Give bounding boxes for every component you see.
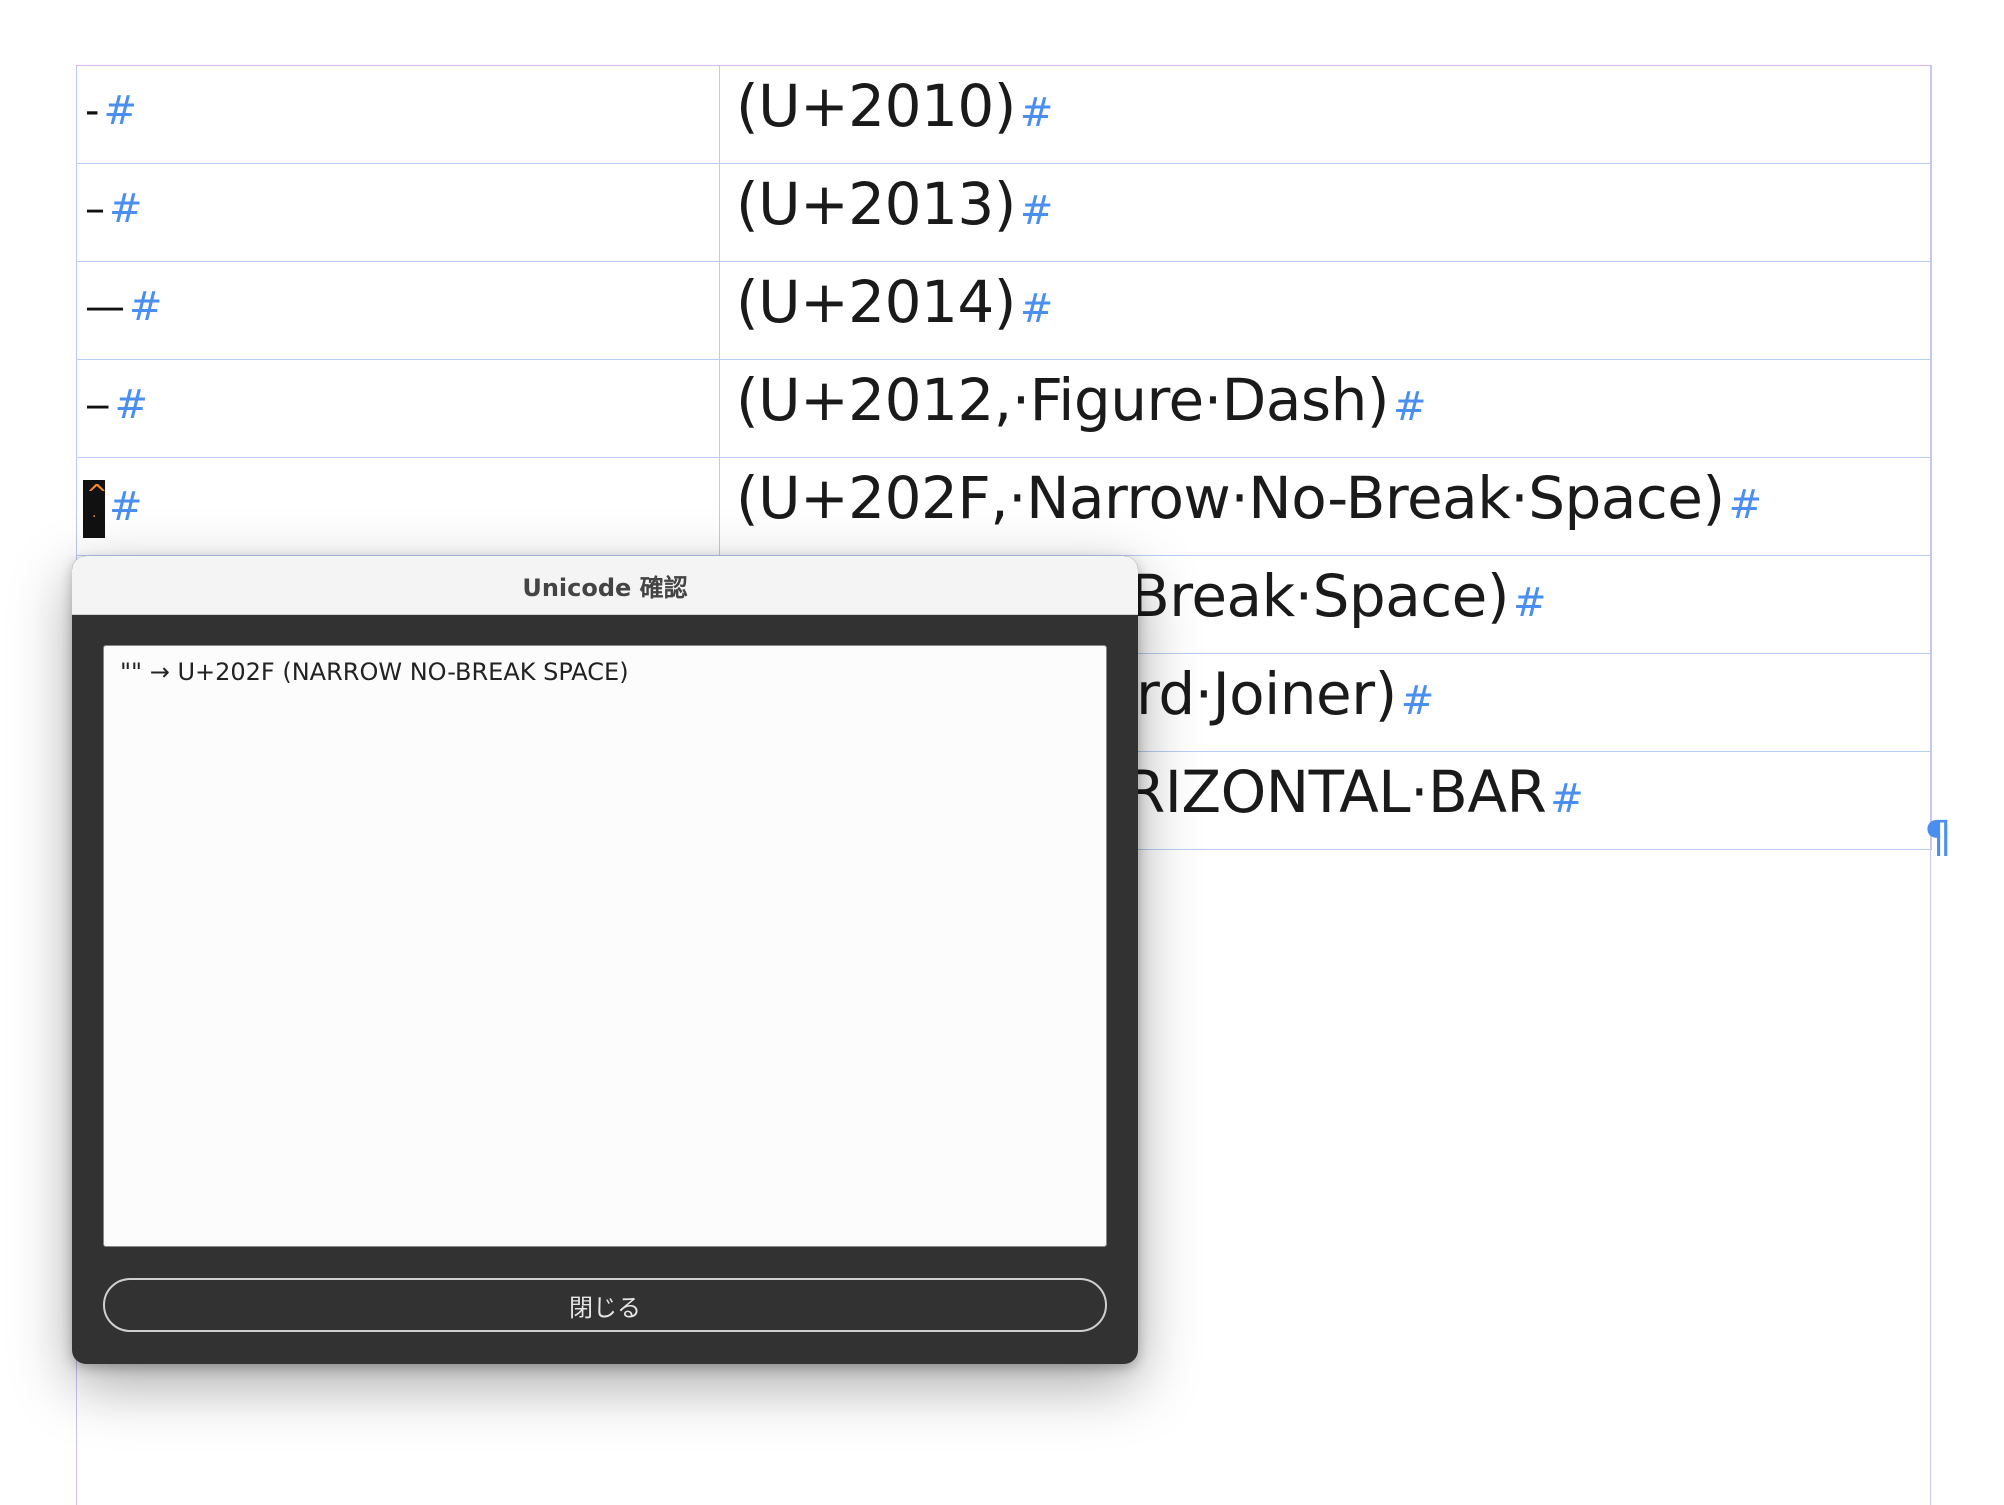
result-text-area[interactable]: "" → U+202F (NARROW NO-BREAK SPACE): [103, 645, 1107, 1247]
cell-end-marker: #: [1550, 776, 1584, 822]
char-cell[interactable]: ^ · #: [76, 457, 720, 556]
table-row: ^ · # (U+202F,·Narrow·No-Break·Space) #: [76, 457, 1932, 556]
caret-icon: ^: [86, 480, 108, 510]
description-text: rd·Joiner): [1136, 660, 1397, 728]
description-text: (U+202F,·Narrow·No-Break·Space): [736, 464, 1725, 532]
char-glyph: ‐: [85, 88, 100, 134]
char-cell[interactable]: — #: [76, 261, 720, 360]
description-text: RIZONTAL·BAR: [1125, 758, 1547, 826]
cell-end-marker: #: [1400, 678, 1435, 724]
description-cell[interactable]: (U+202F,·Narrow·No-Break·Space) #: [719, 457, 1932, 556]
dialog-title: Unicode 確認: [522, 573, 688, 602]
description-text: (U+2013): [736, 170, 1016, 238]
dialog-titlebar[interactable]: Unicode 確認: [72, 556, 1138, 615]
char-glyph: –: [85, 186, 105, 232]
description-text: (U+2010): [736, 72, 1016, 140]
description-cell[interactable]: (U+2012,·Figure·Dash) #: [719, 359, 1932, 458]
char-glyph: ‒: [85, 382, 111, 428]
cell-end-marker: #: [109, 186, 143, 232]
char-cell[interactable]: ‐ #: [76, 65, 720, 164]
cell-end-marker: #: [1393, 384, 1427, 430]
cell-end-marker: #: [1019, 286, 1054, 332]
description-cell[interactable]: (U+2010) #: [719, 65, 1932, 164]
table-row: — # (U+2014) #: [76, 261, 1932, 360]
table-row: – # (U+2013) #: [76, 163, 1932, 262]
cell-end-marker: #: [129, 284, 163, 330]
description-text: Break·Space): [1130, 562, 1510, 630]
char-cell[interactable]: ‒ #: [76, 359, 720, 458]
result-line: "" → U+202F (NARROW NO-BREAK SPACE): [120, 658, 629, 686]
description-text: (U+2014): [736, 268, 1016, 336]
cell-end-marker: #: [1513, 580, 1547, 626]
space-dot-icon: ·: [92, 509, 97, 525]
close-button[interactable]: 閉じる: [103, 1278, 1107, 1332]
description-cell[interactable]: (U+2013) #: [719, 163, 1932, 262]
char-cell[interactable]: – #: [76, 163, 720, 262]
cell-end-marker: #: [1728, 482, 1763, 528]
cell-end-marker: #: [109, 484, 143, 530]
cell-end-marker: #: [1019, 188, 1054, 234]
description-cell[interactable]: (U+2014) #: [719, 261, 1932, 360]
table-row: ‐ # (U+2010) #: [76, 65, 1932, 164]
selected-character-highlight[interactable]: ^ ·: [83, 480, 108, 538]
table-row: ‒ # (U+2012,·Figure·Dash) #: [76, 359, 1932, 458]
unicode-check-dialog: Unicode 確認 "" → U+202F (NARROW NO-BREAK …: [72, 556, 1138, 1364]
cell-end-marker: #: [1019, 90, 1054, 136]
description-text: (U+2012,·Figure·Dash): [736, 366, 1390, 434]
cell-end-marker: #: [114, 382, 148, 428]
cell-end-marker: #: [103, 88, 137, 134]
char-glyph: —: [85, 284, 125, 330]
paragraph-end-icon: ¶: [1924, 812, 1952, 863]
